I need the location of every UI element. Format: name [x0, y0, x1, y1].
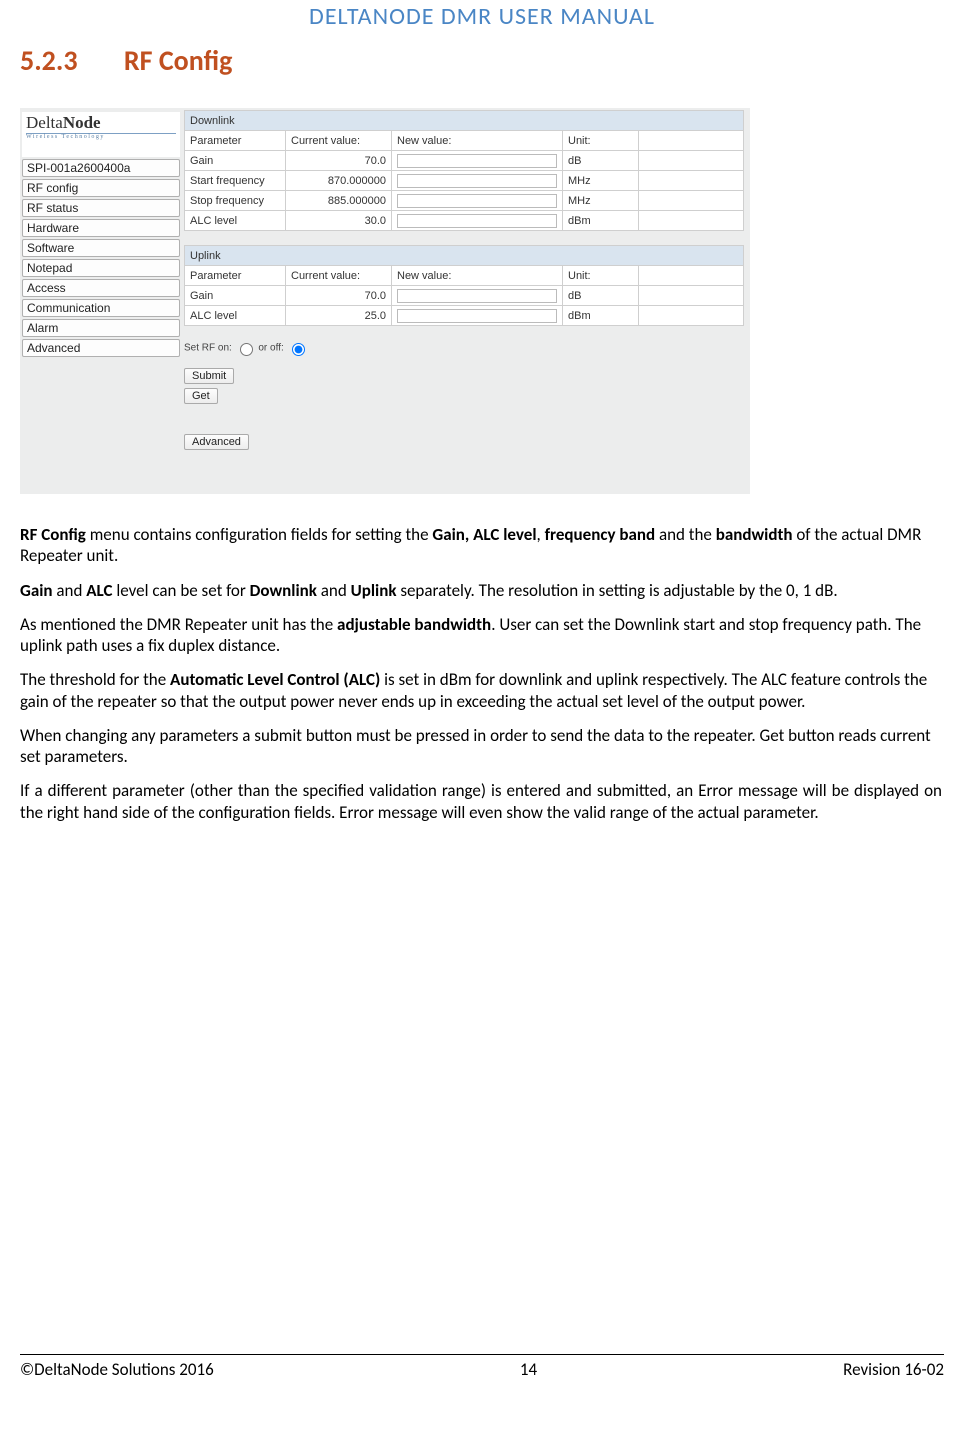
downlink-table: Downlink Parameter Current value: New va…	[184, 110, 744, 231]
paragraph: RF Config menu contains configuration fi…	[20, 524, 942, 567]
ul-hdr-unit: Unit:	[563, 266, 639, 286]
screenshot-panel: DeltaNode Wireless Technology SPI-001a26…	[20, 108, 750, 494]
dl-hdr-unit: Unit:	[563, 131, 639, 151]
submit-button[interactable]: Submit	[184, 368, 234, 384]
table-row: Start frequency 870.000000 MHz	[185, 171, 744, 191]
sidebar-item-alarm[interactable]: Alarm	[22, 319, 180, 337]
rf-off-radio[interactable]	[292, 343, 305, 356]
rf-on-label: Set RF on:	[184, 343, 232, 354]
ul-alc-unit: dBm	[563, 306, 639, 326]
paragraph: Gain and ALC level can be set for Downli…	[20, 580, 942, 601]
page-footer: ©DeltaNode Solutions 2016 14 Revision 16…	[20, 1354, 944, 1380]
sidebar: DeltaNode Wireless Technology SPI-001a26…	[22, 110, 180, 359]
advanced-button[interactable]: Advanced	[184, 434, 249, 450]
sidebar-item-hardware[interactable]: Hardware	[22, 219, 180, 237]
paragraph: When changing any parameters a submit bu…	[20, 725, 942, 768]
dl-stopf-input[interactable]	[397, 194, 557, 208]
paragraph: As mentioned the DMR Repeater unit has t…	[20, 614, 942, 657]
footer-left: ©DeltaNode Solutions 2016	[20, 1359, 214, 1380]
section-heading: 5.2.3 RF Config	[20, 43, 944, 78]
body-text: RF Config menu contains configuration fi…	[20, 524, 944, 823]
dl-alc-unit: dBm	[563, 211, 639, 231]
table-row: Gain 70.0 dB	[185, 151, 744, 171]
ul-gain-unit: dB	[563, 286, 639, 306]
ul-alc-input[interactable]	[397, 309, 557, 323]
sidebar-item-rf-config[interactable]: RF config	[22, 179, 180, 197]
dl-hdr-spare	[639, 131, 744, 151]
sidebar-item-software[interactable]: Software	[22, 239, 180, 257]
uplink-caption: Uplink	[185, 246, 744, 266]
dl-hdr-cv: Current value:	[286, 131, 392, 151]
dl-alc-input[interactable]	[397, 214, 557, 228]
dl-gain-param: Gain	[185, 151, 286, 171]
dl-hdr-nv: New value:	[392, 131, 563, 151]
dl-stopf-unit: MHz	[563, 191, 639, 211]
ul-alc-cv: 25.0	[286, 306, 392, 326]
rf-off-label: or off:	[258, 343, 283, 354]
dl-gain-unit: dB	[563, 151, 639, 171]
ul-hdr-nv: New value:	[392, 266, 563, 286]
rf-on-off-row: Set RF on: or off:	[184, 340, 744, 356]
dl-stopf-param: Stop frequency	[185, 191, 286, 211]
downlink-caption: Downlink	[185, 111, 744, 131]
document-header: DELTANODE DMR USER MANUAL	[20, 0, 944, 31]
ul-hdr-cv: Current value:	[286, 266, 392, 286]
content-area: Downlink Parameter Current value: New va…	[180, 110, 748, 492]
logo: DeltaNode Wireless Technology	[22, 112, 180, 157]
uplink-table: Uplink Parameter Current value: New valu…	[184, 245, 744, 326]
get-button[interactable]: Get	[184, 388, 218, 404]
footer-center: 14	[520, 1359, 537, 1380]
table-row: Gain 70.0 dB	[185, 286, 744, 306]
sidebar-item-communication[interactable]: Communication	[22, 299, 180, 317]
footer-right: Revision 16-02	[843, 1359, 944, 1380]
table-row: ALC level 30.0 dBm	[185, 211, 744, 231]
paragraph: If a different parameter (other than the…	[20, 780, 942, 823]
dl-startf-cv: 870.000000	[286, 171, 392, 191]
ul-hdr-spare	[639, 266, 744, 286]
rf-on-radio[interactable]	[240, 343, 253, 356]
dl-startf-unit: MHz	[563, 171, 639, 191]
table-row: Stop frequency 885.000000 MHz	[185, 191, 744, 211]
dl-alc-param: ALC level	[185, 211, 286, 231]
dl-alc-cv: 30.0	[286, 211, 392, 231]
dl-gain-input[interactable]	[397, 154, 557, 168]
dl-stopf-cv: 885.000000	[286, 191, 392, 211]
ul-gain-cv: 70.0	[286, 286, 392, 306]
dl-startf-param: Start frequency	[185, 171, 286, 191]
dl-startf-input[interactable]	[397, 174, 557, 188]
sidebar-item-device[interactable]: SPI-001a2600400a	[22, 159, 180, 177]
ul-alc-param: ALC level	[185, 306, 286, 326]
sidebar-item-access[interactable]: Access	[22, 279, 180, 297]
sidebar-item-notepad[interactable]: Notepad	[22, 259, 180, 277]
ul-gain-param: Gain	[185, 286, 286, 306]
sidebar-item-rf-status[interactable]: RF status	[22, 199, 180, 217]
logo-subtitle: Wireless Technology	[26, 134, 176, 140]
table-row: ALC level 25.0 dBm	[185, 306, 744, 326]
logo-text-2: Node	[63, 113, 101, 132]
sidebar-item-advanced[interactable]: Advanced	[22, 339, 180, 357]
section-title: RF Config	[124, 43, 233, 78]
dl-gain-cv: 70.0	[286, 151, 392, 171]
dl-hdr-param: Parameter	[185, 131, 286, 151]
ul-hdr-param: Parameter	[185, 266, 286, 286]
section-number: 5.2.3	[20, 43, 78, 78]
logo-text-1: Delta	[26, 113, 63, 132]
ul-gain-input[interactable]	[397, 289, 557, 303]
paragraph: The threshold for the Automatic Level Co…	[20, 669, 942, 712]
